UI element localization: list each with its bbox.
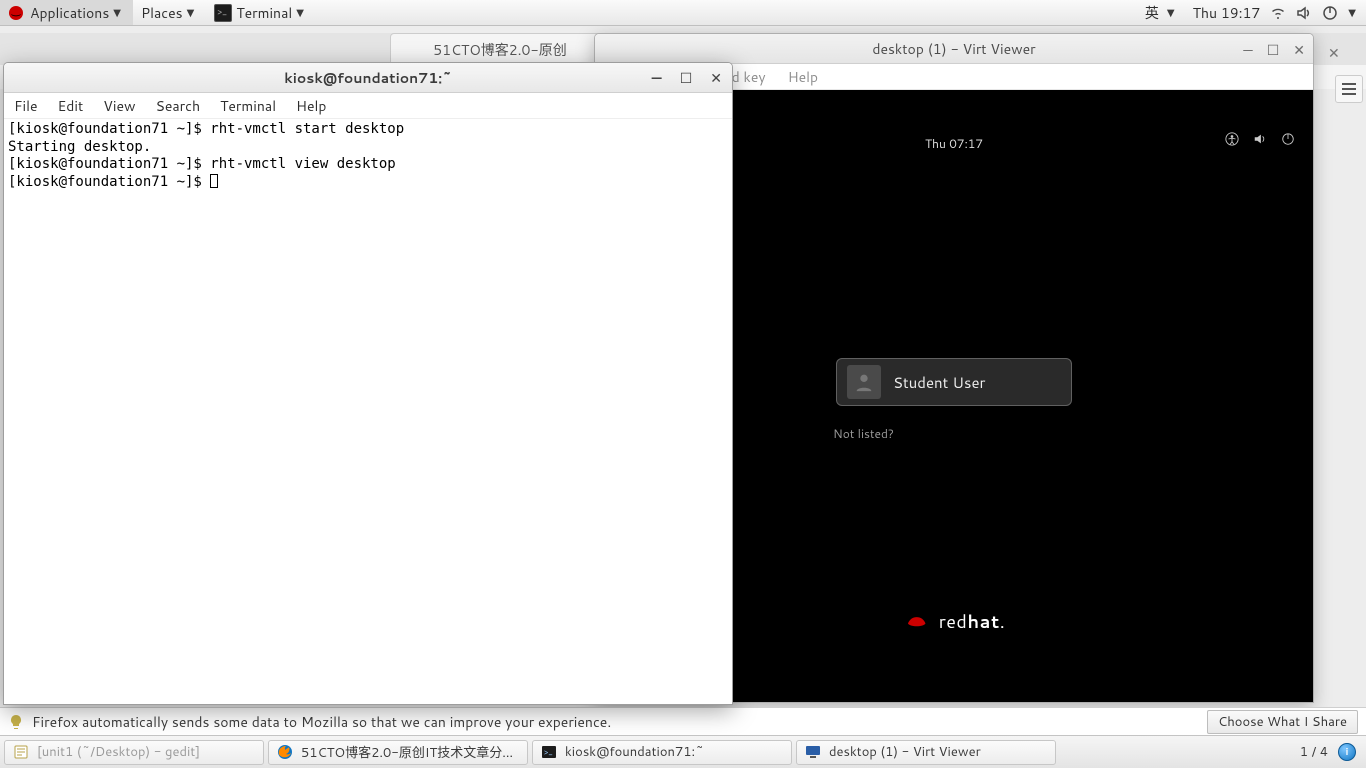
browser-tab[interactable]: 51CTO博客2.0-原创 xyxy=(390,33,610,65)
applications-label: Applications xyxy=(30,3,109,23)
maximize-button[interactable]: ☐ xyxy=(680,68,693,88)
terminal-icon: >_ xyxy=(541,744,557,760)
panel-left-group: Applications ▼ Places ▼ Terminal ▼ xyxy=(0,0,312,25)
lightbulb-icon xyxy=(8,714,24,730)
firefox-icon xyxy=(277,744,293,760)
choose-share-button[interactable]: Choose What I Share xyxy=(1207,710,1358,734)
redhat-logo: redhat. xyxy=(903,608,1006,634)
chevron-down-icon: ▼ xyxy=(1167,6,1175,20)
terminal-output[interactable]: [kiosk@foundation71 ~]$ rht-vmctl start … xyxy=(4,119,732,704)
task-label: desktop (1) - Virt Viewer xyxy=(829,743,981,761)
terminal-label: Terminal xyxy=(236,3,292,23)
term-menu-search[interactable]: Search xyxy=(156,96,201,116)
ime-label: 英 xyxy=(1145,3,1159,23)
volume-icon[interactable] xyxy=(1253,132,1267,146)
term-menu-terminal[interactable]: Terminal xyxy=(220,96,276,116)
virt-titlebar[interactable]: desktop (1) - Virt Viewer — ☐ ✕ xyxy=(595,34,1313,64)
browser-tab-title: 51CTO博客2.0-原创 xyxy=(433,40,566,60)
virt-window-title: desktop (1) - Virt Viewer xyxy=(872,39,1035,59)
task-terminal[interactable]: >_ kiosk@foundation71:~ xyxy=(532,740,792,765)
term-menu-file[interactable]: File xyxy=(14,96,38,116)
not-listed-link[interactable]: Not listed? xyxy=(833,425,894,442)
term-line: [kiosk@foundation71 ~]$ rht-vmctl start … xyxy=(8,121,404,137)
volume-icon[interactable] xyxy=(1296,5,1312,21)
firefox-notification-bar: Firefox automatically sends some data to… xyxy=(0,707,1366,735)
chevron-down-icon: ▼ xyxy=(296,6,304,20)
maximize-button[interactable]: ☐ xyxy=(1267,40,1280,60)
places-menu[interactable]: Places ▼ xyxy=(133,0,206,25)
bottom-taskbar: [unit1 (~/Desktop) - gedit] 51CTO博客2.0-原… xyxy=(0,735,1366,768)
term-menu-view[interactable]: View xyxy=(103,96,135,116)
task-label: [unit1 (~/Desktop) - gedit] xyxy=(37,743,200,761)
terminal-icon xyxy=(214,4,232,22)
svg-text:>_: >_ xyxy=(544,746,553,758)
task-gedit[interactable]: [unit1 (~/Desktop) - gedit] xyxy=(4,740,264,765)
redhat-icon xyxy=(903,610,931,632)
clock-label[interactable]: Thu 19:17 xyxy=(1193,3,1261,23)
vm-system-tray xyxy=(1225,132,1295,146)
term-line: [kiosk@foundation71 ~]$ rht-vmctl view d… xyxy=(8,156,396,172)
places-label: Places xyxy=(141,3,183,23)
system-tray: 英 ▼ Thu 19:17 ▼ xyxy=(1141,0,1366,25)
ime-indicator[interactable]: 英 ▼ xyxy=(1141,0,1183,25)
monitor-icon xyxy=(805,744,821,760)
term-menu-edit[interactable]: Edit xyxy=(58,96,84,116)
accessibility-icon[interactable] xyxy=(1225,132,1239,146)
terminal-window-title: kiosk@foundation71:~ xyxy=(284,68,451,88)
hamburger-menu-button[interactable] xyxy=(1335,75,1363,103)
avatar-icon xyxy=(847,365,881,399)
close-button[interactable]: ✕ xyxy=(710,68,722,88)
window-controls: — ☐ ✕ xyxy=(652,68,722,88)
term-menu-help[interactable]: Help xyxy=(296,96,326,116)
task-firefox[interactable]: 51CTO博客2.0-原创IT技术文章分… xyxy=(268,740,528,765)
wifi-icon[interactable] xyxy=(1270,5,1286,21)
chevron-down-icon: ▼ xyxy=(187,6,195,20)
login-username: Student User xyxy=(893,372,985,393)
notification-text: Firefox automatically sends some data to… xyxy=(32,712,611,732)
terminal-window: kiosk@foundation71:~ — ☐ ✕ File Edit Vie… xyxy=(3,62,733,705)
term-line: Starting desktop. xyxy=(8,139,151,155)
task-virtviewer[interactable]: desktop (1) - Virt Viewer xyxy=(796,740,1056,765)
terminal-cursor xyxy=(210,174,218,188)
terminal-menubar: File Edit View Search Terminal Help xyxy=(4,93,732,119)
power-icon[interactable] xyxy=(1322,5,1338,21)
window-controls: — ☐ ✕ xyxy=(1243,40,1305,60)
terminal-launcher[interactable]: Terminal ▼ xyxy=(206,0,312,25)
task-label: 51CTO博客2.0-原创IT技术文章分… xyxy=(301,742,513,762)
power-icon[interactable] xyxy=(1281,132,1295,146)
workspace-indicator[interactable]: 1 / 4 xyxy=(1290,743,1338,761)
redhat-brand-text: redhat. xyxy=(939,608,1006,634)
minimize-button[interactable]: — xyxy=(1243,40,1252,60)
virt-menu-help[interactable]: Help xyxy=(788,67,818,87)
gnome-top-panel: Applications ▼ Places ▼ Terminal ▼ 英 ▼ T… xyxy=(0,0,1366,26)
terminal-titlebar[interactable]: kiosk@foundation71:~ — ☐ ✕ xyxy=(4,63,732,93)
vm-clock-label: Thu 07:17 xyxy=(925,135,983,152)
task-label: kiosk@foundation71:~ xyxy=(565,743,704,761)
applications-menu[interactable]: Applications ▼ xyxy=(0,0,133,25)
chevron-down-icon[interactable]: ▼ xyxy=(1348,6,1356,20)
gedit-icon xyxy=(13,744,29,760)
minimize-button[interactable]: — xyxy=(652,68,662,88)
redhat-icon xyxy=(8,5,24,21)
workspace-switcher-icon[interactable]: i xyxy=(1338,743,1356,761)
close-button[interactable]: ✕ xyxy=(1293,40,1305,60)
login-user-tile[interactable]: Student User xyxy=(836,358,1072,406)
term-line: [kiosk@foundation71 ~]$ xyxy=(8,174,210,190)
chevron-down-icon: ▼ xyxy=(113,6,121,20)
close-icon[interactable]: ✕ xyxy=(1328,43,1340,55)
